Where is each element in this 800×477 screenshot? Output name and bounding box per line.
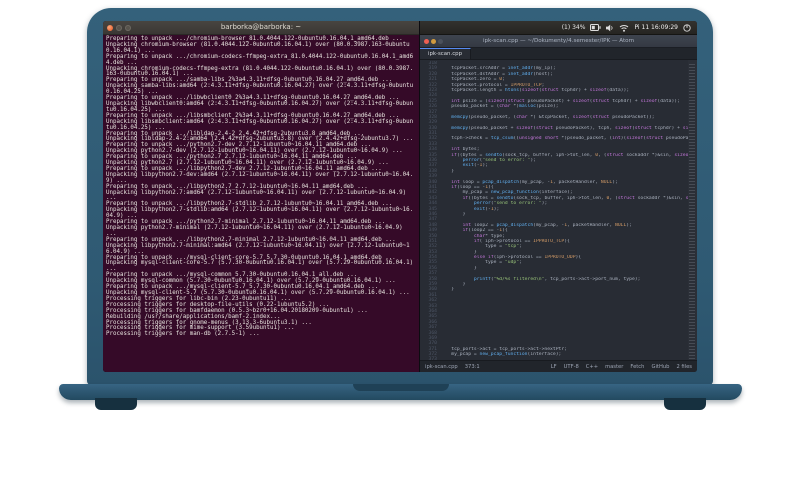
atom-editor[interactable]: 318 319 tcpPacket.srcAddr = inet_addr(my… [420,60,697,360]
right-column: (1) 34% Pi 11 16:09:29 ipk-scan.cpp — ~/… [419,21,697,372]
battery-label: (1) 34% [561,24,586,31]
atom-minimize-button[interactable] [431,38,436,44]
terminal-line: Unpacking libpython2.7-minimal:amd64 (2.… [106,242,410,255]
atom-window[interactable]: ipk-scan.cpp — ~/Dokumenty/4.semester/IP… [420,35,697,372]
status-left: ipk-scan.cpp 373:1 [425,364,480,370]
status-item[interactable]: C++ [586,364,598,370]
terminal-line: Unpacking chromium-browser (81.0.4044.12… [106,41,410,54]
terminal-title: barborka@barborka: ~ [220,23,302,31]
terminal-line: Unpacking libwbclient0:amd64 (2:4.3.11+d… [106,100,414,113]
laptop-lid: barborka@barborka: ~ Preparing to unpack… [87,8,713,385]
terminal-line: Processing triggers for man-db (2.7.5-1)… [106,331,260,338]
atom-tab-bar: ipk-scan.cpp [420,48,697,60]
session-menu-icon[interactable] [683,23,691,32]
tab-ipk-scan[interactable]: ipk-scan.cpp [420,48,471,59]
status-item[interactable]: GitHub [651,364,669,370]
status-item[interactable]: UTF-8 [564,364,579,370]
minimap[interactable] [688,60,697,360]
status-item[interactable]: 2 files [676,364,692,370]
laptop-foot-right [664,398,706,410]
status-item[interactable]: LF [551,364,557,370]
terminal-line: Preparing to unpack .../chromium-codecs-… [106,53,414,66]
status-item[interactable]: 373:1 [465,364,480,370]
atom-maximize-button[interactable] [438,38,443,44]
laptop-mockup: barborka@barborka: ~ Preparing to unpack… [0,0,800,477]
status-item[interactable]: ipk-scan.cpp [425,364,458,370]
volume-icon[interactable] [606,24,614,32]
terminal-window[interactable]: barborka@barborka: ~ Preparing to unpack… [103,21,419,372]
terminal-line: Unpacking libsmbclient:amd64 (2:4.3.11+d… [106,118,414,131]
atom-titlebar: ipk-scan.cpp — ~/Dokumenty/4.semester/IP… [420,35,697,48]
laptop-base [59,384,742,400]
atom-status-bar: ipk-scan.cpp 373:1 LF UTF-8 C++ master Fetch G… [420,360,697,372]
laptop-latch-notch [352,384,449,391]
atom-window-title: ipk-scan.cpp — ~/Dokumenty/4.semester/IP… [482,38,635,44]
status-right: LF UTF-8 C++ master Fetch GitHub 2 files [551,364,692,370]
line-number: 373 [428,357,437,360]
terminal-titlebar: barborka@barborka: ~ [103,21,419,35]
terminal-minimize-button[interactable] [116,24,122,31]
terminal-output[interactable]: Preparing to unpack .../chromium-browser… [103,35,419,372]
battery-icon[interactable] [590,24,602,31]
atom-close-button[interactable] [424,38,429,44]
status-item[interactable]: master [605,364,623,370]
wifi-icon[interactable] [619,24,629,32]
system-top-panel: (1) 34% Pi 11 16:09:29 [420,21,697,35]
code-line: 373 [420,357,688,360]
status-item[interactable]: Fetch [630,364,644,370]
code-area[interactable]: 318 319 tcpPacket.srcAddr = inet_addr(my… [420,61,688,360]
terminal-line: Unpacking libpython2.7-dev:amd64 (2.7.12… [106,171,414,184]
clock[interactable]: Pi 11 16:09:29 [634,24,678,31]
laptop-foot-left [95,398,137,410]
screen-display: barborka@barborka: ~ Preparing to unpack… [103,21,697,372]
terminal-maximize-button[interactable] [125,24,131,31]
terminal-close-button[interactable] [107,24,113,31]
